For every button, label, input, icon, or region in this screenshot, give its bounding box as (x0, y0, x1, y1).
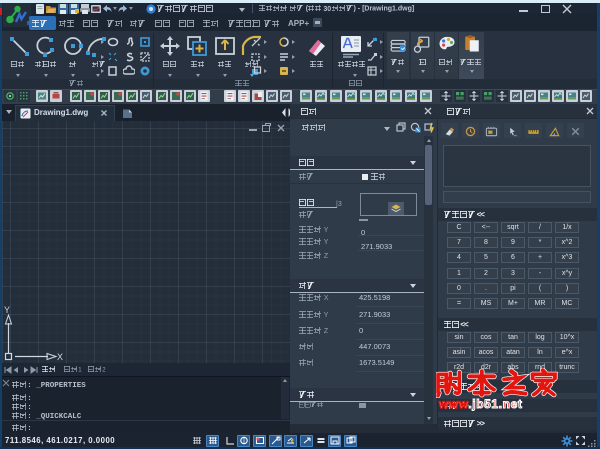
svg-text:X: X (57, 352, 63, 362)
svg-text:Y: Y (4, 305, 10, 315)
